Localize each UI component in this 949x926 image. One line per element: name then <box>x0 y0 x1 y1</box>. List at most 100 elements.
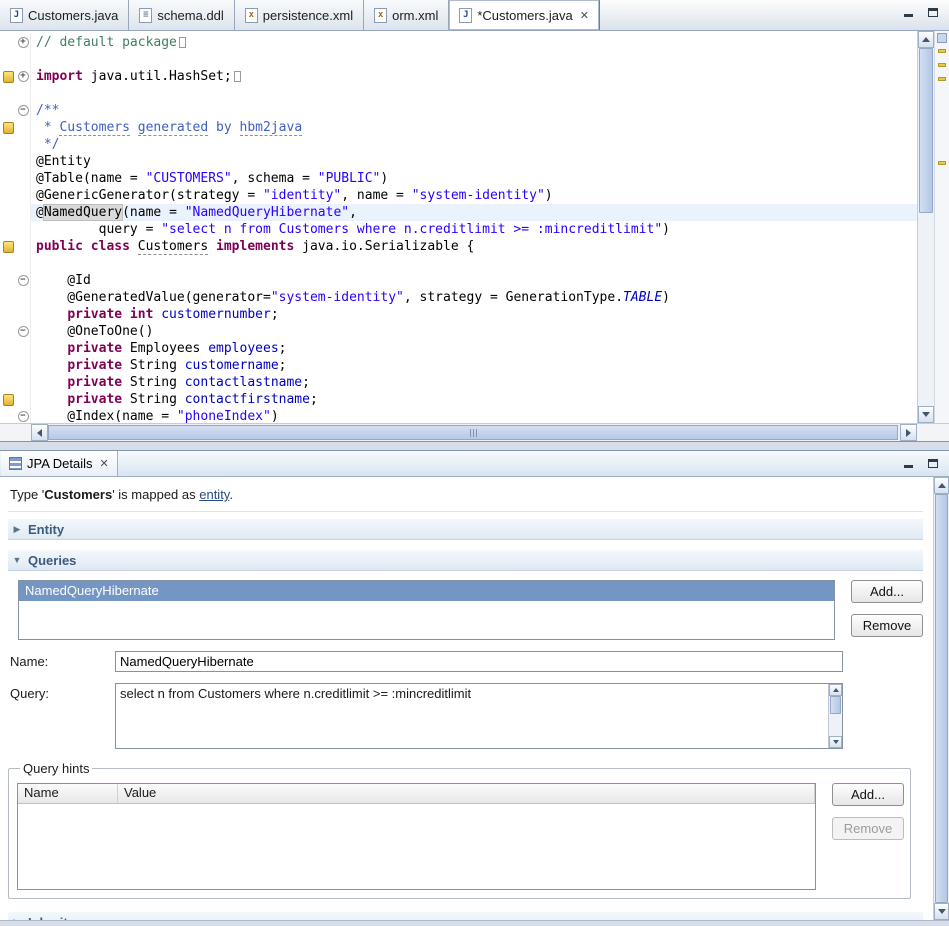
warning-icon[interactable] <box>3 394 14 406</box>
warning-icon[interactable] <box>3 71 14 83</box>
editor-vertical-scrollbar[interactable] <box>917 31 934 423</box>
fold-toggle-icon[interactable]: − <box>18 411 29 422</box>
code-line[interactable]: @Table(name = "CUSTOMERS", schema = "PUB… <box>0 170 917 187</box>
minimize-icon[interactable] <box>899 4 918 20</box>
fold-gutter-cell <box>16 391 31 408</box>
code-line[interactable]: − @OneToOne() <box>0 323 917 340</box>
java-file-icon: J <box>459 8 472 23</box>
fold-toggle-icon[interactable]: − <box>18 326 29 337</box>
column-header-value[interactable]: Value <box>118 784 815 803</box>
tab-jpa-details[interactable]: JPA Details ✕ <box>1 451 118 476</box>
code-line[interactable]: query = "select n from Customers where n… <box>0 221 917 238</box>
column-header-name[interactable]: Name <box>18 784 118 803</box>
code-line[interactable] <box>0 51 917 68</box>
code-editor[interactable]: +// default package +import java.util.Has… <box>0 31 917 423</box>
close-icon[interactable]: ✕ <box>580 9 589 22</box>
scroll-up-icon[interactable] <box>918 31 934 48</box>
scroll-down-icon[interactable] <box>918 406 934 423</box>
marker-gutter-cell <box>0 238 16 255</box>
code-line[interactable]: − @Index(name = "phoneIndex") <box>0 408 917 423</box>
scrollbar-thumb[interactable] <box>935 494 948 903</box>
section-title: Queries <box>28 553 76 568</box>
jpa-vertical-scrollbar[interactable] <box>933 477 949 920</box>
scrollbar-track[interactable] <box>934 494 949 903</box>
code-line[interactable]: @GeneratedValue(generator="system-identi… <box>0 289 917 306</box>
scroll-right-icon[interactable] <box>900 424 917 441</box>
scrollbar-track[interactable] <box>918 48 934 406</box>
query-hints-table[interactable]: NameValue <box>17 783 816 890</box>
section-queries[interactable]: ▼ Queries <box>8 549 923 571</box>
code-line[interactable]: @NamedQuery(name = "NamedQueryHibernate"… <box>0 204 917 221</box>
code-line[interactable]: * Customers generated by hbm2java <box>0 119 917 136</box>
tab--customers-java[interactable]: J*Customers.java✕ <box>449 0 600 30</box>
tab-orm-xml[interactable]: xorm.xml <box>364 0 449 30</box>
scrollbar-thumb[interactable] <box>919 48 933 213</box>
query-remove-button[interactable]: Remove <box>851 614 923 637</box>
code-line[interactable]: − @Id <box>0 272 917 289</box>
editor-horizontal-scrollbar[interactable] <box>0 423 949 441</box>
query-text-area[interactable]: select n from Customers where n.creditli… <box>115 683 843 749</box>
section-entity[interactable]: ▶ Entity <box>8 518 923 540</box>
named-queries-list[interactable]: NamedQueryHibernate <box>18 580 835 640</box>
code-line[interactable] <box>0 255 917 272</box>
scrollbar-track[interactable] <box>48 424 900 441</box>
code-line[interactable]: @Entity <box>0 153 917 170</box>
tab-persistence-xml[interactable]: xpersistence.xml <box>235 0 364 30</box>
sash-divider[interactable] <box>0 442 949 450</box>
code-line[interactable]: +// default package <box>0 34 917 51</box>
fold-toggle-icon[interactable]: + <box>18 37 29 48</box>
fold-toggle-icon[interactable]: − <box>18 275 29 286</box>
tab-schema-ddl[interactable]: ≡schema.ddl <box>129 0 234 30</box>
warning-icon[interactable] <box>3 122 14 134</box>
fold-gutter-cell <box>16 153 31 170</box>
code-line[interactable]: private Employees employees; <box>0 340 917 357</box>
tab-customers-java[interactable]: JCustomers.java <box>0 0 129 30</box>
hint-remove-button[interactable]: Remove <box>832 817 904 840</box>
fold-gutter-cell <box>16 221 31 238</box>
code-text: query = "select n from Customers where n… <box>31 221 670 238</box>
code-line[interactable]: private String contactlastname; <box>0 374 917 391</box>
scroll-down-icon[interactable] <box>829 736 842 748</box>
section-inheritance[interactable]: ▶ Inheritance <box>8 911 923 920</box>
code-line[interactable]: −/** <box>0 102 917 119</box>
query-text-value[interactable]: select n from Customers where n.creditli… <box>116 684 828 748</box>
code-line[interactable]: @GenericGenerator(strategy = "identity",… <box>0 187 917 204</box>
table-body[interactable] <box>18 804 815 889</box>
named-query-list-item[interactable]: NamedQueryHibernate <box>19 581 834 601</box>
query-name-input[interactable] <box>115 651 843 672</box>
maximize-icon[interactable] <box>923 455 942 471</box>
scrollbar-track[interactable] <box>829 696 842 736</box>
tab-label: JPA Details <box>27 456 93 471</box>
code-line[interactable]: +import java.util.HashSet; <box>0 68 917 85</box>
warning-mark-icon[interactable] <box>938 77 946 81</box>
code-text <box>31 255 36 272</box>
code-line[interactable]: private String contactfirstname; <box>0 391 917 408</box>
close-icon[interactable]: ✕ <box>100 457 109 470</box>
fold-toggle-icon[interactable]: − <box>18 105 29 116</box>
minimize-icon[interactable] <box>899 455 918 471</box>
scroll-down-icon[interactable] <box>934 903 949 920</box>
code-line[interactable]: public class Customers implements java.i… <box>0 238 917 255</box>
warning-mark-icon[interactable] <box>938 63 946 67</box>
overview-header-icon[interactable] <box>937 33 947 43</box>
query-scrollbar[interactable] <box>828 684 842 748</box>
entity-link[interactable]: entity <box>199 487 229 502</box>
scrollbar-thumb[interactable] <box>48 425 898 440</box>
fold-toggle-icon[interactable]: + <box>18 71 29 82</box>
warning-icon[interactable] <box>3 241 14 253</box>
scroll-left-icon[interactable] <box>31 424 48 441</box>
hint-add-button[interactable]: Add... <box>832 783 904 806</box>
code-line[interactable]: private String customername; <box>0 357 917 374</box>
scroll-up-icon[interactable] <box>934 477 949 494</box>
code-line[interactable] <box>0 85 917 102</box>
warning-mark-icon[interactable] <box>938 161 946 165</box>
scrollbar-thumb[interactable] <box>830 696 841 714</box>
overview-ruler[interactable] <box>934 31 949 423</box>
scroll-up-icon[interactable] <box>829 684 842 696</box>
code-line[interactable]: */ <box>0 136 917 153</box>
query-add-button[interactable]: Add... <box>851 580 923 603</box>
maximize-icon[interactable] <box>923 4 942 20</box>
warning-mark-icon[interactable] <box>938 49 946 53</box>
code-line[interactable]: private int customernumber; <box>0 306 917 323</box>
name-label: Name: <box>8 651 115 669</box>
